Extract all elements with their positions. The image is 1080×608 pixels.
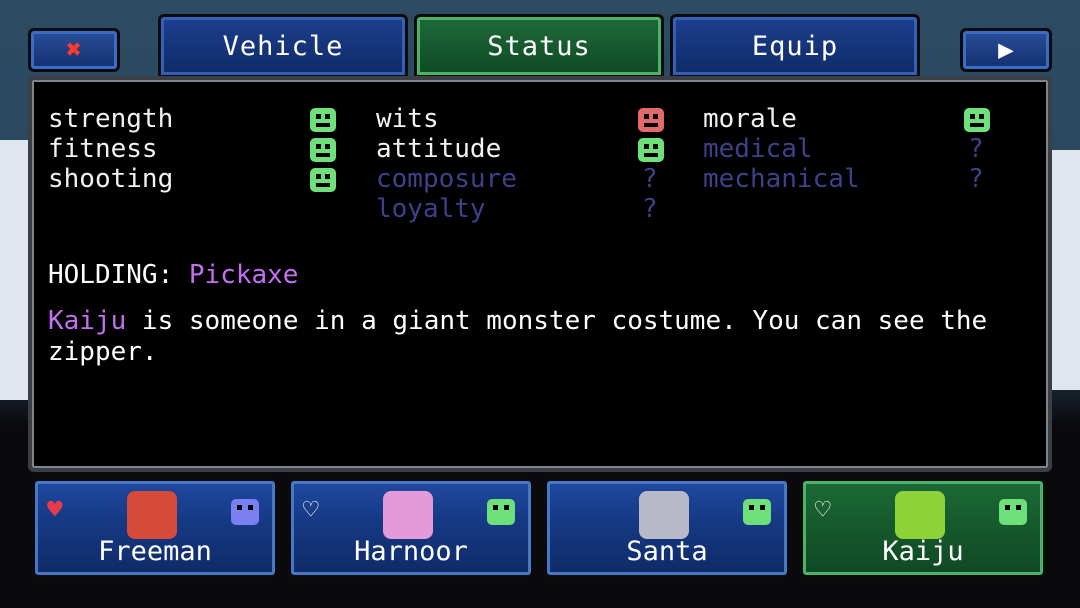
harnoor-portrait bbox=[383, 491, 433, 539]
description-name: Kaiju bbox=[48, 306, 127, 336]
stat-strength: strength bbox=[48, 104, 174, 134]
bad-mood-icon bbox=[638, 108, 664, 132]
tab-status[interactable]: Status bbox=[414, 14, 664, 78]
stat-fitness: fitness bbox=[48, 134, 158, 164]
party-card-freeman[interactable]: ♥ Freeman bbox=[32, 478, 278, 578]
good-mood-icon bbox=[964, 108, 990, 132]
tab-equip[interactable]: Equip bbox=[670, 14, 920, 78]
santa-portrait bbox=[639, 491, 689, 539]
close-button[interactable]: ✖ bbox=[28, 28, 120, 72]
close-icon: ✖ bbox=[66, 35, 82, 65]
description-text: is someone in a giant monster costume. Y… bbox=[48, 306, 988, 367]
character-description: Kaiju is someone in a giant monster cost… bbox=[48, 306, 1008, 368]
stat-wits: wits bbox=[376, 104, 439, 134]
next-button[interactable]: ▶ bbox=[960, 28, 1052, 72]
holding-item: Pickaxe bbox=[188, 260, 299, 290]
party-name: Harnoor bbox=[354, 536, 468, 567]
holding-label: HOLDING: bbox=[48, 260, 174, 290]
party-card-santa[interactable]: Santa bbox=[544, 478, 790, 578]
heart-icon: ♡ bbox=[303, 495, 319, 525]
good-mood-icon bbox=[310, 108, 336, 132]
stat-attitude: attitude bbox=[376, 134, 502, 164]
unknown-mood-icon: ? bbox=[642, 164, 658, 194]
party-card-harnoor[interactable]: ♡ Harnoor bbox=[288, 478, 534, 578]
party-name: Freeman bbox=[98, 536, 212, 567]
unknown-mood-icon: ? bbox=[968, 164, 984, 194]
good-mood-icon bbox=[487, 499, 515, 525]
good-mood-icon bbox=[310, 138, 336, 162]
heart-icon: ♡ bbox=[815, 495, 831, 525]
freeman-portrait bbox=[127, 491, 177, 539]
play-icon: ▶ bbox=[998, 35, 1014, 65]
party-card-kaiju[interactable]: ♡ Kaiju bbox=[800, 478, 1046, 578]
good-mood-icon bbox=[999, 499, 1027, 525]
tab-vehicle[interactable]: Vehicle bbox=[158, 14, 408, 78]
holding-line: HOLDING: Pickaxe bbox=[48, 260, 298, 290]
heart-icon: ♥ bbox=[47, 495, 63, 525]
unknown-mood-icon: ? bbox=[968, 134, 984, 164]
good-mood-icon bbox=[310, 168, 336, 192]
stat-shooting: shooting bbox=[48, 164, 174, 194]
neutral-mood-icon bbox=[231, 499, 259, 525]
stat-morale: morale bbox=[703, 104, 797, 134]
stat-medical: medical bbox=[703, 134, 813, 164]
kaiju-portrait bbox=[895, 491, 945, 539]
good-mood-icon bbox=[638, 138, 664, 162]
stat-composure: composure bbox=[376, 164, 517, 194]
party-name: Santa bbox=[626, 536, 708, 567]
stat-mechanical: mechanical bbox=[703, 164, 860, 194]
party-name: Kaiju bbox=[882, 536, 964, 567]
unknown-mood-icon: ? bbox=[642, 194, 658, 224]
good-mood-icon bbox=[743, 499, 771, 525]
stat-loyalty: loyalty bbox=[376, 194, 486, 224]
